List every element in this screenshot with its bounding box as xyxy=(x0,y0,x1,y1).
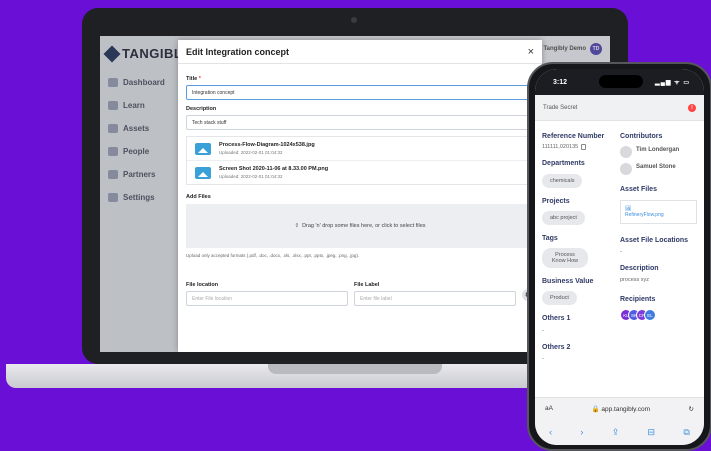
edit-modal: Edit Integration concept × Title * Integ… xyxy=(178,40,542,352)
asset-details: Reference Number 111111,020135 Departments… xyxy=(535,121,704,366)
file-label-group: File Label Enter file label xyxy=(354,276,516,306)
contributors-list: Tim Londergan Samuel Stone xyxy=(620,146,697,176)
file-label-label: File Label xyxy=(354,282,380,288)
reference-number-value: 111111,020135 xyxy=(542,144,614,151)
asset-file-link[interactable]: 🖼 RefineryFlow.png xyxy=(620,199,697,224)
image-file-icon xyxy=(195,166,211,179)
upload-icon: ⇪ xyxy=(294,223,300,229)
tag-chip: abc project xyxy=(542,211,585,226)
details-left-column: Reference Number 111111,020135 Departments… xyxy=(542,125,614,362)
close-icon[interactable]: × xyxy=(528,46,534,58)
description-title: Description xyxy=(620,265,659,273)
asset-locations-title: Asset File Locations xyxy=(620,236,689,244)
url-text[interactable]: 🔒 app.tangibly.com xyxy=(591,405,650,413)
file-location-label: File location xyxy=(186,282,219,288)
uploaded-files-list: Process-Flow-Diagram-1024x538.jpg Uploade… xyxy=(186,136,534,185)
forward-icon[interactable]: › xyxy=(580,427,583,437)
section-value: - xyxy=(542,327,544,334)
recipients-title: Recipients xyxy=(620,295,656,303)
laptop-notch xyxy=(268,364,442,374)
asset-files-title: Asset Files xyxy=(620,186,657,194)
tag-chip: chemicals xyxy=(542,173,583,188)
add-files-label: Add Files xyxy=(186,194,211,200)
share-icon[interactable]: ⇪ xyxy=(612,427,620,438)
modal-header: Edit Integration concept × xyxy=(178,40,542,64)
section-title: Others 1 xyxy=(542,315,571,323)
description-label: Description xyxy=(186,106,217,112)
file-dropzone[interactable]: ⇪ Drag 'n' drop some files here, or clic… xyxy=(186,204,534,248)
file-info: Screen Shot 2020-11-06 at 8.33.00 PM.png… xyxy=(219,166,328,179)
dynamic-island xyxy=(599,75,643,88)
section-title: Projects xyxy=(542,197,570,205)
contributors-title: Contributors xyxy=(620,133,663,140)
file-row[interactable]: Process-Flow-Diagram-1024x538.jpg Uploade… xyxy=(187,137,533,161)
file-label-input[interactable]: Enter file label xyxy=(354,291,516,306)
status-time: 3:12 xyxy=(553,78,568,86)
phone-screen: 3:12 ▂▄▆ ᯤ ▭ Trade Secret ! Reference Nu… xyxy=(535,69,704,445)
description-value: process xyz xyxy=(620,276,650,283)
contributor[interactable]: Tim Londergan xyxy=(620,146,697,159)
file-location-input[interactable]: Enter File location xyxy=(186,291,348,306)
file-location-group: File location Enter File location xyxy=(186,276,348,306)
file-name: Process-Flow-Diagram-1024x538.jpg xyxy=(219,142,315,148)
contributor-name: Samuel Stone xyxy=(636,164,676,171)
section-title: Departments xyxy=(542,160,585,168)
image-file-icon xyxy=(195,142,211,155)
back-icon[interactable]: ‹ xyxy=(549,427,552,437)
section-title: Others 2 xyxy=(542,343,571,351)
avatar xyxy=(620,146,632,159)
phone: 3:12 ▂▄▆ ᯤ ▭ Trade Secret ! Reference Nu… xyxy=(527,62,711,451)
file-uploaded-date: Uploaded: 2022-02-01 01:04:32 xyxy=(219,174,283,179)
laptop-camera xyxy=(351,17,357,23)
file-meta-row: File location Enter File location File L… xyxy=(186,276,534,306)
trade-secret-header: Trade Secret ! xyxy=(535,95,704,121)
required-marker: * xyxy=(198,76,201,82)
status-bar: 3:12 ▂▄▆ ᯤ ▭ xyxy=(535,69,704,95)
contributor[interactable]: Samuel Stone xyxy=(620,163,697,176)
modal-title: Edit Integration concept xyxy=(186,46,290,57)
url-bar[interactable]: aA 🔒 app.tangibly.com ↻ xyxy=(535,397,704,419)
text-size-button[interactable]: aA xyxy=(545,405,553,412)
title-label-text: Title xyxy=(186,76,198,82)
section-title: Reference Number xyxy=(542,133,605,140)
contributor-name: Tim Londergan xyxy=(636,147,680,154)
section-title: Tags xyxy=(542,235,558,243)
title-label: Title * xyxy=(186,76,534,82)
modal-body: Title * Integration concept Description … xyxy=(178,64,542,312)
alert-icon[interactable]: ! xyxy=(688,103,696,112)
asset-file-name: RefineryFlow.png xyxy=(625,211,664,218)
file-name: Screen Shot 2020-11-06 at 8.33.00 PM.png xyxy=(219,166,329,172)
accepted-formats-hint: Upload only accepted formats (.pdf, .doc… xyxy=(186,253,360,258)
signal-wifi-battery-icon: ▂▄▆ ᯤ ▭ xyxy=(655,80,690,86)
section-title: Business Value xyxy=(542,277,594,285)
file-uploaded-date: Uploaded: 2022-02-01 01:04:32 xyxy=(219,150,283,155)
dropzone-text: Drag 'n' drop some files here, or click … xyxy=(302,223,426,229)
section-value: - xyxy=(542,356,544,363)
tag-chip: Product xyxy=(542,291,577,306)
trade-secret-title: Trade Secret xyxy=(543,104,578,111)
bookmarks-icon[interactable]: ⊟ xyxy=(648,427,656,438)
tag-chip: Process Know How xyxy=(542,247,588,268)
tabs-icon[interactable]: ⧉ xyxy=(683,427,689,438)
details-right-column: Contributors Tim Londergan Samuel Stone A… xyxy=(620,125,697,362)
reference-number-text: 111111,020135 xyxy=(542,144,579,151)
reload-icon[interactable]: ↻ xyxy=(689,405,694,413)
file-row[interactable]: Screen Shot 2020-11-06 at 8.33.00 PM.png… xyxy=(187,161,533,184)
recipient-avatar[interactable]: EL xyxy=(644,309,656,322)
avatar xyxy=(620,163,632,176)
browser-toolbar: ‹ › ⇪ ⊟ ⧉ xyxy=(535,419,704,445)
asset-locations-value: - xyxy=(620,249,622,256)
copy-icon[interactable] xyxy=(581,144,587,151)
description-input[interactable]: Tech stack stuff xyxy=(186,115,534,130)
recipients-list: KL SK CR EL xyxy=(620,309,697,322)
title-input[interactable]: Integration concept xyxy=(186,85,534,100)
file-info: Process-Flow-Diagram-1024x538.jpg Uploade… xyxy=(219,142,315,155)
